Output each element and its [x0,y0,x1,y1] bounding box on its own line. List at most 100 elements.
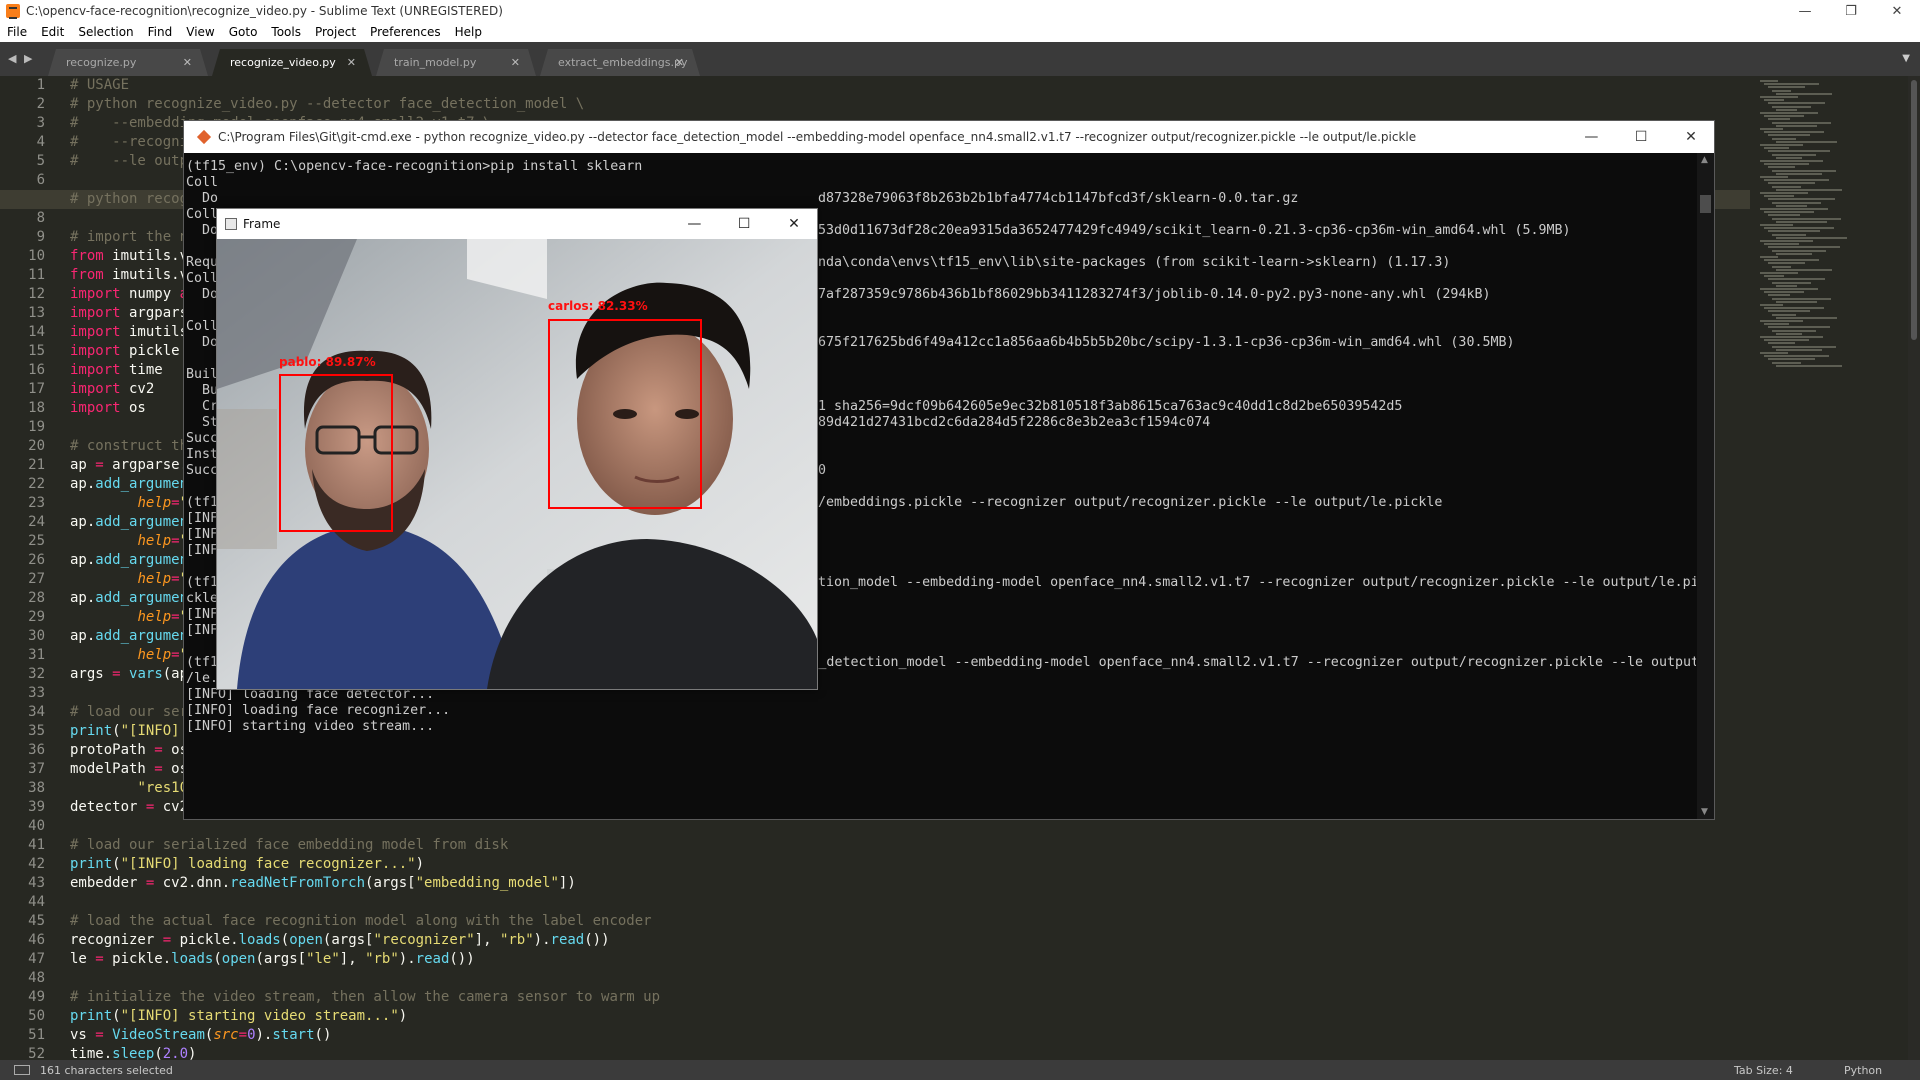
console-titlebar: C:\Program Files\Git\git-cmd.exe - pytho… [184,121,1714,153]
minimap-line [1760,272,1798,274]
menu-edit[interactable]: Edit [34,25,71,39]
menu-tools[interactable]: Tools [264,25,308,39]
minimap-line [1768,134,1810,137]
menu-find[interactable]: Find [141,25,180,39]
console-line: /embeddings.pickle --recognizer output/r… [818,495,1443,510]
menu-selection[interactable]: Selection [71,25,140,39]
minimap-line [1764,307,1824,310]
console-line: [INF [186,527,219,542]
line-number: 48 [28,970,45,986]
minimap-line [1772,185,1801,188]
line-number: 26 [28,552,45,568]
minimize-button[interactable]: — [1782,0,1828,22]
minimap-line [1764,179,1829,182]
minimap-line [1760,304,1783,306]
tab-extract-embeddings[interactable]: extract_embeddings.py ✕ [540,49,700,76]
minimap[interactable] [1755,76,1905,1060]
minimap-line [1768,182,1815,185]
minimap-line [1764,99,1784,102]
line-number: 18 [28,400,45,416]
line-number: 45 [28,913,45,929]
console-scrollbar[interactable]: ▲ ▼ [1697,153,1714,819]
tab-recognize-video[interactable]: recognize_video.py ✕ [212,49,372,76]
console-line: Inst [186,447,219,462]
editor-scrollbar[interactable] [1908,76,1920,1060]
code-line: print("[INFO] loading face recognizer...… [70,856,425,872]
code-line: # python recognize_video.py --detector f… [70,96,585,112]
console-line: Buil [186,367,219,382]
frame-close-button[interactable]: ✕ [771,209,817,239]
code-line: # load the actual face recognition model… [70,913,652,929]
minimap-line [1772,361,1801,364]
minimap-line [1772,313,1796,316]
tab-train-model[interactable]: train_model.py ✕ [376,49,536,76]
console-line: Succ [186,463,219,478]
console-line: Cr [186,399,219,414]
tab-size-status[interactable]: Tab Size: 4 [1734,1064,1844,1077]
menu-view[interactable]: View [179,25,221,39]
tab-nav-arrows-icon[interactable]: ◀ ▶ [8,52,34,65]
video-feed: pablo: 89.87% carlos: 82.33% [217,239,817,689]
minimap-line [1776,236,1847,239]
scroll-up-icon[interactable]: ▲ [1701,155,1708,165]
close-icon[interactable]: ✕ [183,56,192,69]
line-number: 21 [28,457,45,473]
code-line: time.sleep(2.0) [70,1046,197,1060]
minimap-line [1768,118,1790,121]
console-line: Coll [186,207,219,222]
minimap-line [1768,278,1825,281]
line-number: 40 [28,818,45,834]
maximize-button[interactable]: ❐ [1828,0,1874,22]
minimap-line [1776,364,1842,367]
menu-project[interactable]: Project [308,25,363,39]
menu-preferences[interactable]: Preferences [363,25,448,39]
console-line: Do [186,191,219,206]
face-detection-box [548,319,702,509]
scrollbar-thumb[interactable] [1911,80,1917,340]
minimap-line [1760,288,1818,290]
minimap-line [1764,131,1824,134]
scroll-down-icon[interactable]: ▼ [1701,807,1708,817]
minimap-line [1772,233,1806,236]
minimap-line [1768,358,1815,361]
console-maximize-button[interactable]: ☐ [1618,121,1664,153]
minimap-line [1764,275,1784,278]
tab-list-dropdown-icon[interactable]: ▼ [1902,53,1910,64]
line-number: 50 [28,1008,45,1024]
close-icon[interactable]: ✕ [347,56,356,69]
minimap-line [1772,249,1826,252]
minimap-line [1764,83,1819,86]
tab-recognize[interactable]: recognize.py ✕ [48,49,208,76]
frame-maximize-button[interactable]: ☐ [721,209,767,239]
console-minimize-button[interactable]: — [1568,121,1614,153]
minimap-line [1772,201,1821,204]
console-close-button[interactable]: ✕ [1668,121,1714,153]
console-line: Coll [186,319,219,334]
console-line: (tf15_env) C:\opencv-face-recognition>pi… [186,159,643,174]
line-number: 52 [28,1046,45,1060]
tab-label: recognize.py [66,56,137,69]
minimap-line [1768,86,1805,89]
panel-toggle-icon[interactable] [14,1065,30,1075]
syntax-status[interactable]: Python [1844,1064,1920,1077]
sublime-app-icon [6,4,20,19]
close-icon[interactable]: ✕ [675,56,684,69]
frame-window[interactable]: Frame — ☐ ✕ pablo: 89.87% carlos: 82.33% [216,208,818,690]
menu-help[interactable]: Help [448,25,489,39]
console-line: Requ [186,255,219,270]
minimap-line [1764,355,1829,358]
minimap-line [1772,105,1811,108]
minimap-line [1776,300,1817,303]
close-icon[interactable]: ✕ [511,56,520,69]
close-button[interactable]: ✕ [1874,0,1920,22]
line-number: 51 [28,1027,45,1043]
line-number: 6 [36,172,45,188]
minimap-line [1772,153,1816,156]
console-scroll-thumb[interactable] [1700,195,1711,213]
console-line: St [186,415,219,430]
menu-file[interactable]: File [0,25,34,39]
menu-goto[interactable]: Goto [222,25,265,39]
minimap-line [1760,192,1808,194]
frame-minimize-button[interactable]: — [671,209,717,239]
